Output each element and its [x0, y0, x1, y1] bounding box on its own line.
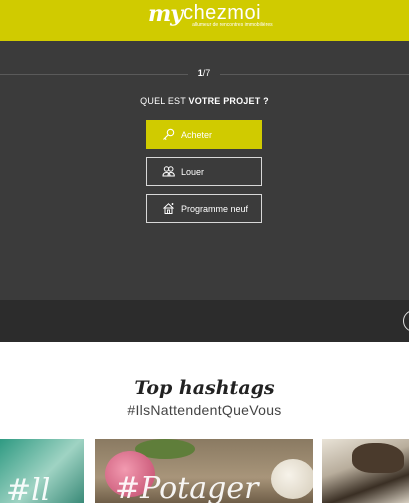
wizard-footer-bar — [0, 300, 409, 342]
logo-my-text: my — [148, 1, 183, 27]
option-label: Programme neuf — [181, 203, 249, 214]
question-prefix: QUEL EST — [140, 96, 189, 106]
logo-brand-text: chezmoi — [183, 2, 262, 24]
hashtag-tile[interactable] — [322, 439, 409, 503]
option-acheter-button[interactable]: Acheter — [146, 120, 262, 149]
progress-divider-left — [0, 74, 188, 75]
top-header-bar: my chezmoi allumeur de rencontres immobi… — [0, 0, 409, 41]
tile-hashtag-text: #ll — [6, 473, 51, 503]
scroll-next-button[interactable] — [403, 310, 409, 332]
hashtag-tile-potager[interactable]: #Potager — [95, 439, 313, 503]
people-icon — [161, 165, 175, 179]
hashtags-title: Top hashtags — [134, 377, 275, 399]
option-programme-neuf-button[interactable]: Programme neuf — [146, 194, 262, 223]
step-total: 7 — [205, 68, 211, 78]
question-emphasis: VOTRE PROJET ? — [188, 96, 269, 106]
option-louer-button[interactable]: Louer — [146, 157, 262, 186]
option-label: Louer — [181, 166, 205, 177]
option-label: Acheter — [181, 129, 213, 140]
logo-tagline: allumeur de rencontres immobilières — [192, 22, 273, 28]
logo-main: chezmoi allumeur de rencontres immobiliè… — [183, 3, 282, 29]
tile-hashtag-text: #Potager — [115, 471, 259, 503]
cat-image — [352, 443, 404, 473]
progress-divider-right — [220, 74, 409, 75]
house-icon — [161, 202, 175, 216]
wizard-question: QUEL EST VOTRE PROJET ? — [0, 96, 409, 106]
project-wizard-panel: 1/7 QUEL EST VOTRE PROJET ? Acheter Loue… — [0, 41, 409, 300]
key-icon — [161, 128, 175, 142]
hashtag-tile[interactable]: #ll — [0, 439, 84, 503]
mychezmoi-logo[interactable]: my chezmoi allumeur de rencontres immobi… — [148, 3, 282, 37]
step-indicator: 1/7 — [188, 68, 220, 78]
hashtags-subtitle: #IlsNattendentQueVous — [127, 402, 282, 418]
turnip-image — [271, 459, 313, 499]
